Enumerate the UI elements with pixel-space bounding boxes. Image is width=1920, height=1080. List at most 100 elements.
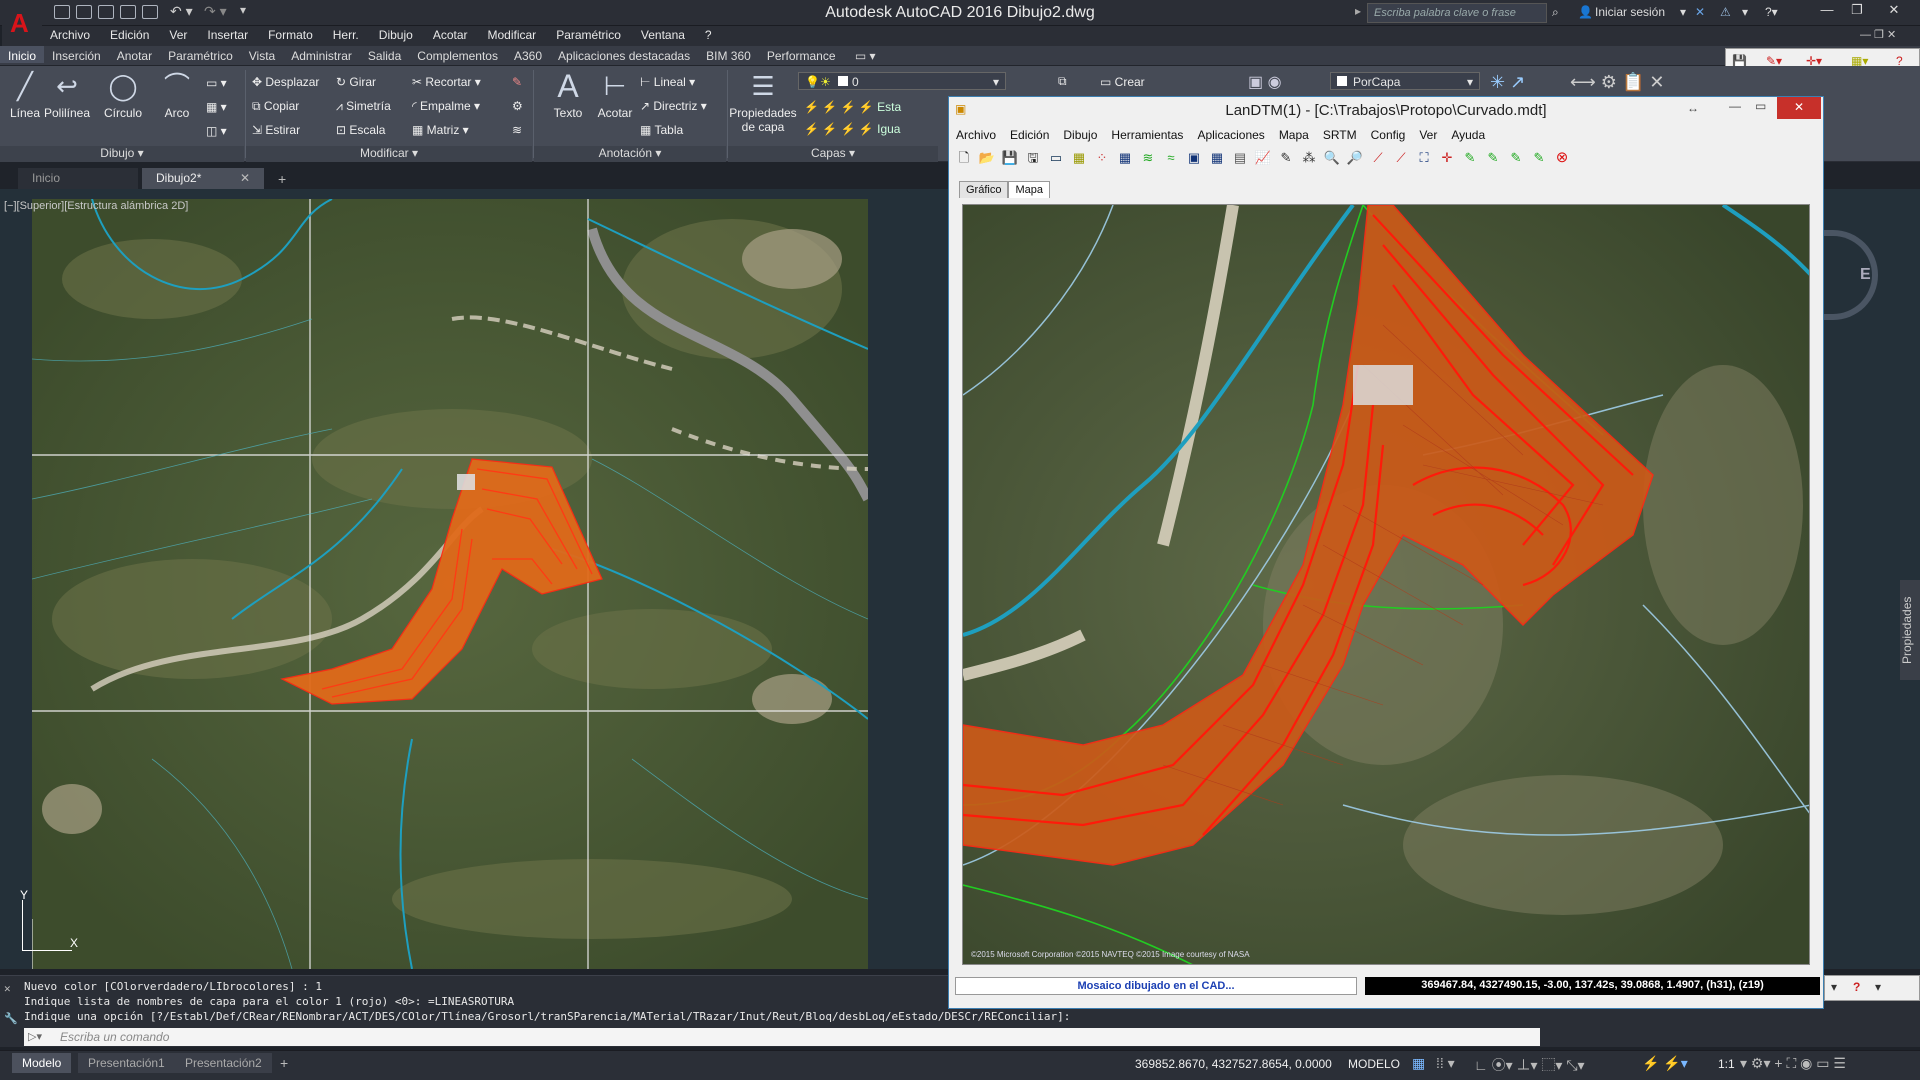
circulo-button[interactable]: ◯ Círculo xyxy=(98,70,148,120)
new-tab-icon[interactable]: + xyxy=(278,171,286,187)
help-icon[interactable]: ? xyxy=(1853,980,1860,994)
grid-icon[interactable]: ▦ xyxy=(1116,149,1134,167)
texto-button[interactable]: A Texto xyxy=(543,70,593,120)
landtm-close-button[interactable]: ✕ xyxy=(1777,97,1821,119)
add-layout-icon[interactable]: + xyxy=(280,1055,288,1071)
landtm-menu-item[interactable]: Mapa xyxy=(1272,126,1316,144)
snap-icon[interactable]: ⁞⁞ ▾ xyxy=(1436,1055,1455,1072)
surface-icon[interactable]: ▣ xyxy=(1185,149,1203,167)
annotation-scale-icon[interactable]: ⚡ ⚡▾ xyxy=(1642,1055,1688,1072)
contour-icon[interactable]: ≋ xyxy=(1139,149,1157,167)
network-icon[interactable]: ⁂ xyxy=(1300,149,1318,167)
ortho-icon[interactable]: ∟ ⦿▾ ⊥▾ ⬚▾ ⤡▾ xyxy=(1474,1055,1585,1075)
stop-icon[interactable]: ⊗ xyxy=(1553,149,1571,167)
stay-connected-icon[interactable]: ▾ xyxy=(1742,5,1748,19)
menu-item[interactable]: Paramétrico xyxy=(546,26,631,42)
tab-inicio[interactable]: Inicio xyxy=(0,46,45,63)
empalme-button[interactable]: ◜ Empalme ▾ xyxy=(412,99,480,113)
wrench-icon[interactable]: 🔧 xyxy=(4,1012,18,1025)
points-icon[interactable]: ▦ xyxy=(1070,149,1088,167)
tab-complementos[interactable]: Complementos xyxy=(409,46,506,63)
menu-item[interactable]: ? xyxy=(695,26,722,42)
zoom-extents-icon[interactable]: ⛶ xyxy=(1415,149,1433,167)
menu-item[interactable]: Ver xyxy=(159,26,197,42)
marker2-icon[interactable]: ✎ xyxy=(1484,149,1502,167)
landtm-menu-item[interactable]: Edición xyxy=(1003,126,1056,144)
tab-salida[interactable]: Salida xyxy=(360,46,409,63)
model-space-toggle[interactable]: MODELO xyxy=(1348,1057,1400,1071)
zoom-window-icon[interactable]: 🔎 xyxy=(1346,149,1364,167)
tab-anotar[interactable]: Anotar xyxy=(109,46,160,63)
tab-presentacion1[interactable]: Presentación1 xyxy=(78,1053,175,1073)
tab-presentacion2[interactable]: Presentación2 xyxy=(175,1053,272,1073)
landtm-menu-item[interactable]: Ayuda xyxy=(1444,126,1492,144)
menu-item[interactable]: Ventana xyxy=(631,26,695,42)
command-input[interactable]: Escriba un comando xyxy=(24,1028,1540,1046)
menu-item[interactable]: Modificar xyxy=(478,26,547,42)
directriz-button[interactable]: ↗ Directriz ▾ xyxy=(640,99,707,113)
marker-icon[interactable]: ✎ xyxy=(1461,149,1479,167)
signin-dropdown-icon[interactable]: ▾ xyxy=(1680,5,1686,19)
tab-bim360[interactable]: BIM 360 xyxy=(698,46,759,63)
rect-tool[interactable]: ▭ ▾ xyxy=(206,76,227,90)
offset-icon[interactable]: ≋ xyxy=(512,123,522,137)
crosshair-icon[interactable]: ✛ xyxy=(1438,149,1456,167)
close-tab-icon[interactable]: ✕ xyxy=(240,171,250,185)
tabla-button[interactable]: ▦ Tabla xyxy=(640,123,683,137)
minimize-button[interactable]: — xyxy=(1813,2,1841,22)
coordinates-readout[interactable]: 369852.8670, 4327527.8654, 0.0000 xyxy=(1135,1057,1332,1071)
window-icon[interactable]: ▭ xyxy=(1047,149,1065,167)
menu-item[interactable]: Formato xyxy=(258,26,323,42)
close-cmd-icon[interactable]: ✕ xyxy=(4,982,11,995)
autodesk-app-icon[interactable]: ⚠ xyxy=(1720,5,1731,19)
escala-button[interactable]: ⊡ Escala xyxy=(336,123,385,137)
tab-insercion[interactable]: Inserción xyxy=(44,46,109,63)
tab-administrar[interactable]: Administrar xyxy=(283,46,360,63)
table-icon[interactable]: ▦ xyxy=(1208,149,1226,167)
menu-item[interactable]: Dibujo xyxy=(369,26,423,42)
tab-a360[interactable]: A360 xyxy=(506,46,550,63)
contour2-icon[interactable]: ≈ xyxy=(1162,149,1180,167)
utilities-icon[interactable]: ⟷ ⚙ 📋 ✕ xyxy=(1570,72,1664,93)
viewport-label[interactable]: [−][Superior][Estructura alámbrica 2D] xyxy=(4,200,188,212)
matriz-button[interactable]: ▦ Matriz ▾ xyxy=(412,123,469,137)
lineal-button[interactable]: ⊢ Lineal ▾ xyxy=(640,75,695,89)
save-icon[interactable]: 💾 xyxy=(1001,149,1019,167)
tab-inicio-doc[interactable]: Inicio xyxy=(18,168,138,189)
layer-properties-button[interactable]: ☰ Propiedades de capa xyxy=(728,70,798,134)
layer-dropdown[interactable]: 💡☀ 0 ▾ xyxy=(798,72,1006,90)
desplazar-button[interactable]: ✥ Desplazar xyxy=(252,75,319,89)
panel-modificar[interactable]: Modificar ▾ xyxy=(246,146,532,162)
ribbon-toggle-icon[interactable]: ▭ ▾ xyxy=(847,46,884,63)
hatch-tool[interactable]: ▦ ▾ xyxy=(206,100,227,114)
recortar-button[interactable]: ✂ Recortar ▾ xyxy=(412,75,481,89)
search-input[interactable]: Escriba palabra clave o frase xyxy=(1367,3,1547,23)
scatter-icon[interactable]: ⁘ xyxy=(1093,149,1111,167)
erase-icon[interactable]: ✎ xyxy=(512,75,522,89)
landtm-menu-item[interactable]: Archivo xyxy=(949,126,1003,144)
layer-tools-row1[interactable]: ⚡ ⚡ ⚡ ⚡ Esta xyxy=(804,100,901,114)
panel-dibujo[interactable]: Dibujo ▾ xyxy=(0,146,244,162)
draw-line2-icon[interactable]: ⟋ xyxy=(1392,149,1410,167)
restore-button[interactable]: ❐ xyxy=(1843,2,1871,22)
acotar-button[interactable]: ⊢ Acotar xyxy=(590,70,640,120)
girar-button[interactable]: ↻ Girar xyxy=(336,75,376,89)
menu-item[interactable]: Acotar xyxy=(423,26,478,42)
landtm-menu-item[interactable]: Aplicaciones xyxy=(1190,126,1271,144)
insert-block-icon[interactable]: ⧉ xyxy=(1058,74,1067,89)
measure-icon[interactable]: ✳ ↗ xyxy=(1490,72,1525,93)
crear-button[interactable]: ▭ Crear xyxy=(1100,75,1145,89)
new-icon[interactable]: 🗋 xyxy=(955,149,973,167)
cmd-prompt-icon[interactable]: ▷▾ xyxy=(28,1030,42,1043)
calc-icon[interactable]: ▤ xyxy=(1231,149,1249,167)
tab-modelo[interactable]: Modelo xyxy=(12,1053,72,1073)
draw-line-icon[interactable]: ⟋ xyxy=(1369,149,1387,167)
landtm-menu-item[interactable]: Herramientas xyxy=(1104,126,1190,144)
tab-mapa[interactable]: Mapa xyxy=(1008,181,1050,198)
zoom-icon[interactable]: 🔍 xyxy=(1323,149,1341,167)
expand-search-icon[interactable]: ▸ xyxy=(1355,4,1361,18)
binoculars-icon[interactable]: ⌕ xyxy=(1552,5,1559,20)
panel-anotacion[interactable]: Anotación ▾ xyxy=(534,146,726,162)
grid-icon[interactable]: ▦ xyxy=(1412,1055,1425,1072)
estirar-button[interactable]: ⇲ Estirar xyxy=(252,123,300,137)
